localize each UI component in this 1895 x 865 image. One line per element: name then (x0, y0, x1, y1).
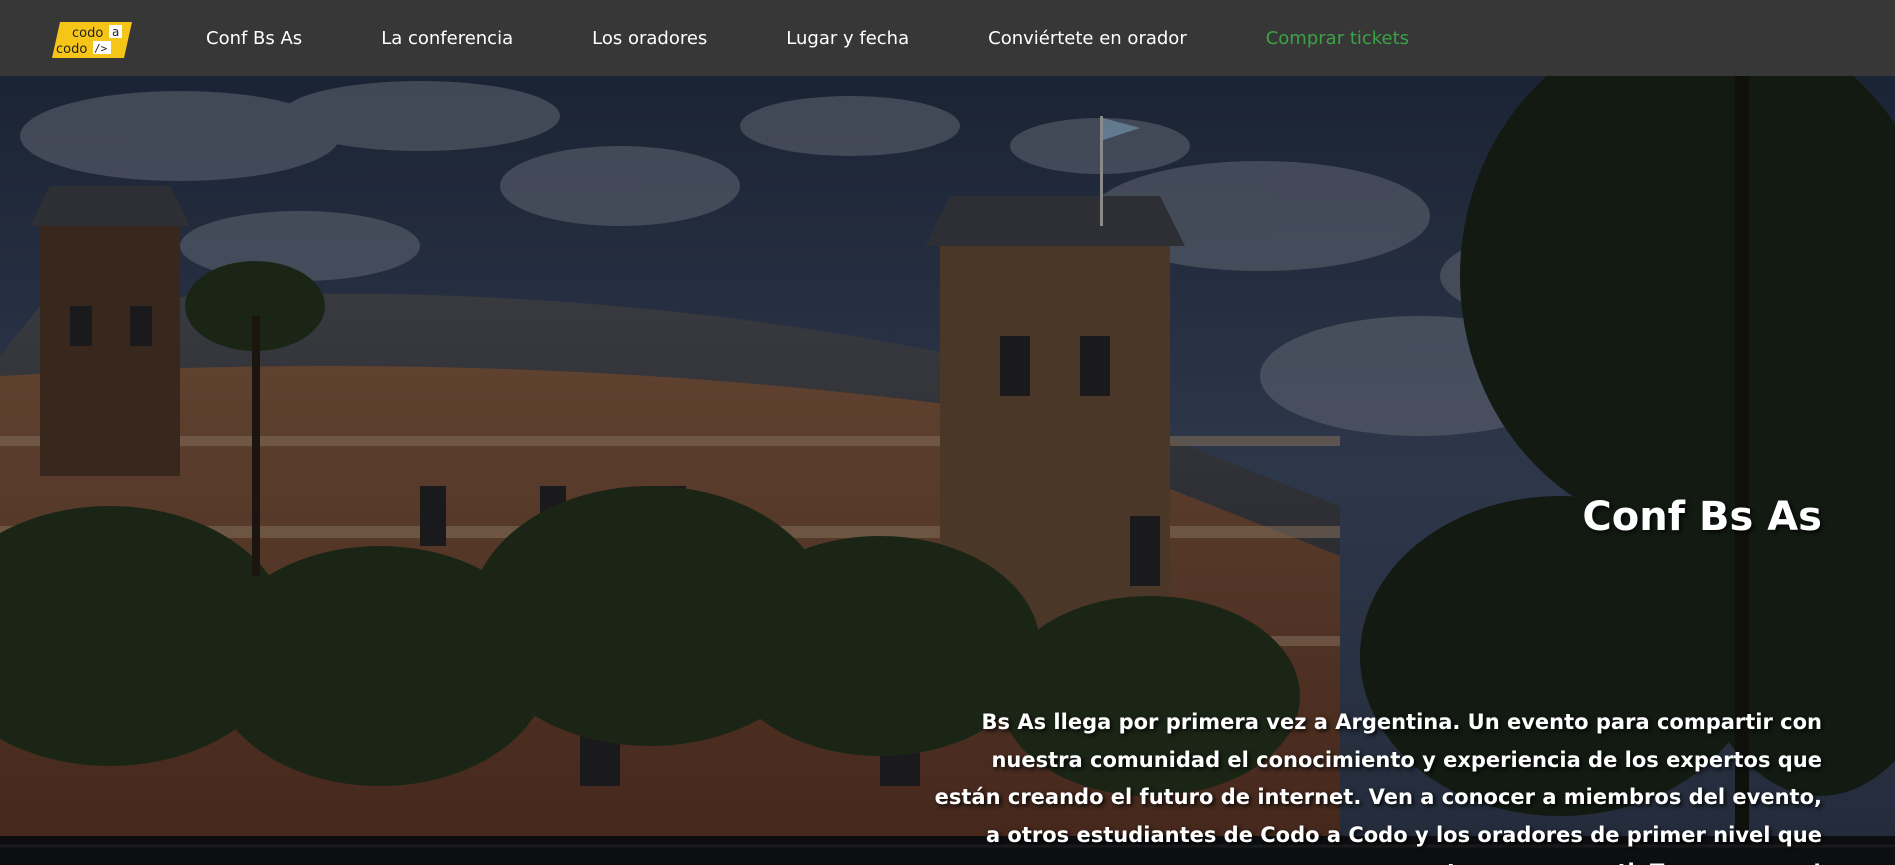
codo-a-codo-logo[interactable]: codo a codo /> (52, 22, 132, 58)
nav-conf-bs-as[interactable]: Conf Bs As (206, 28, 302, 49)
nav-la-conferencia[interactable]: La conferencia (381, 28, 513, 49)
nav-los-oradores[interactable]: Los oradores (592, 28, 707, 49)
top-navbar: codo a codo /> Conf Bs As La conferencia… (0, 0, 1895, 76)
hero-title: Conf Bs As (1582, 494, 1822, 540)
main-nav: Conf Bs As La conferencia Los oradores L… (206, 0, 1409, 76)
hero-section: Conf Bs As Bs As llega por primera vez a… (0, 76, 1895, 865)
svg-text:codo: codo (56, 42, 87, 57)
svg-text:a: a (112, 25, 119, 39)
nav-lugar-y-fecha[interactable]: Lugar y fecha (786, 28, 909, 49)
svg-text:codo: codo (72, 26, 103, 41)
nav-conviertete-en-orador[interactable]: Conviértete en orador (988, 28, 1187, 49)
hero-description: Bs As llega por primera vez a Argentina.… (934, 710, 1822, 865)
nav-comprar-tickets[interactable]: Comprar tickets (1266, 28, 1409, 49)
logo-icon: codo a codo /> (52, 22, 132, 58)
svg-text:/>: /> (94, 42, 108, 55)
